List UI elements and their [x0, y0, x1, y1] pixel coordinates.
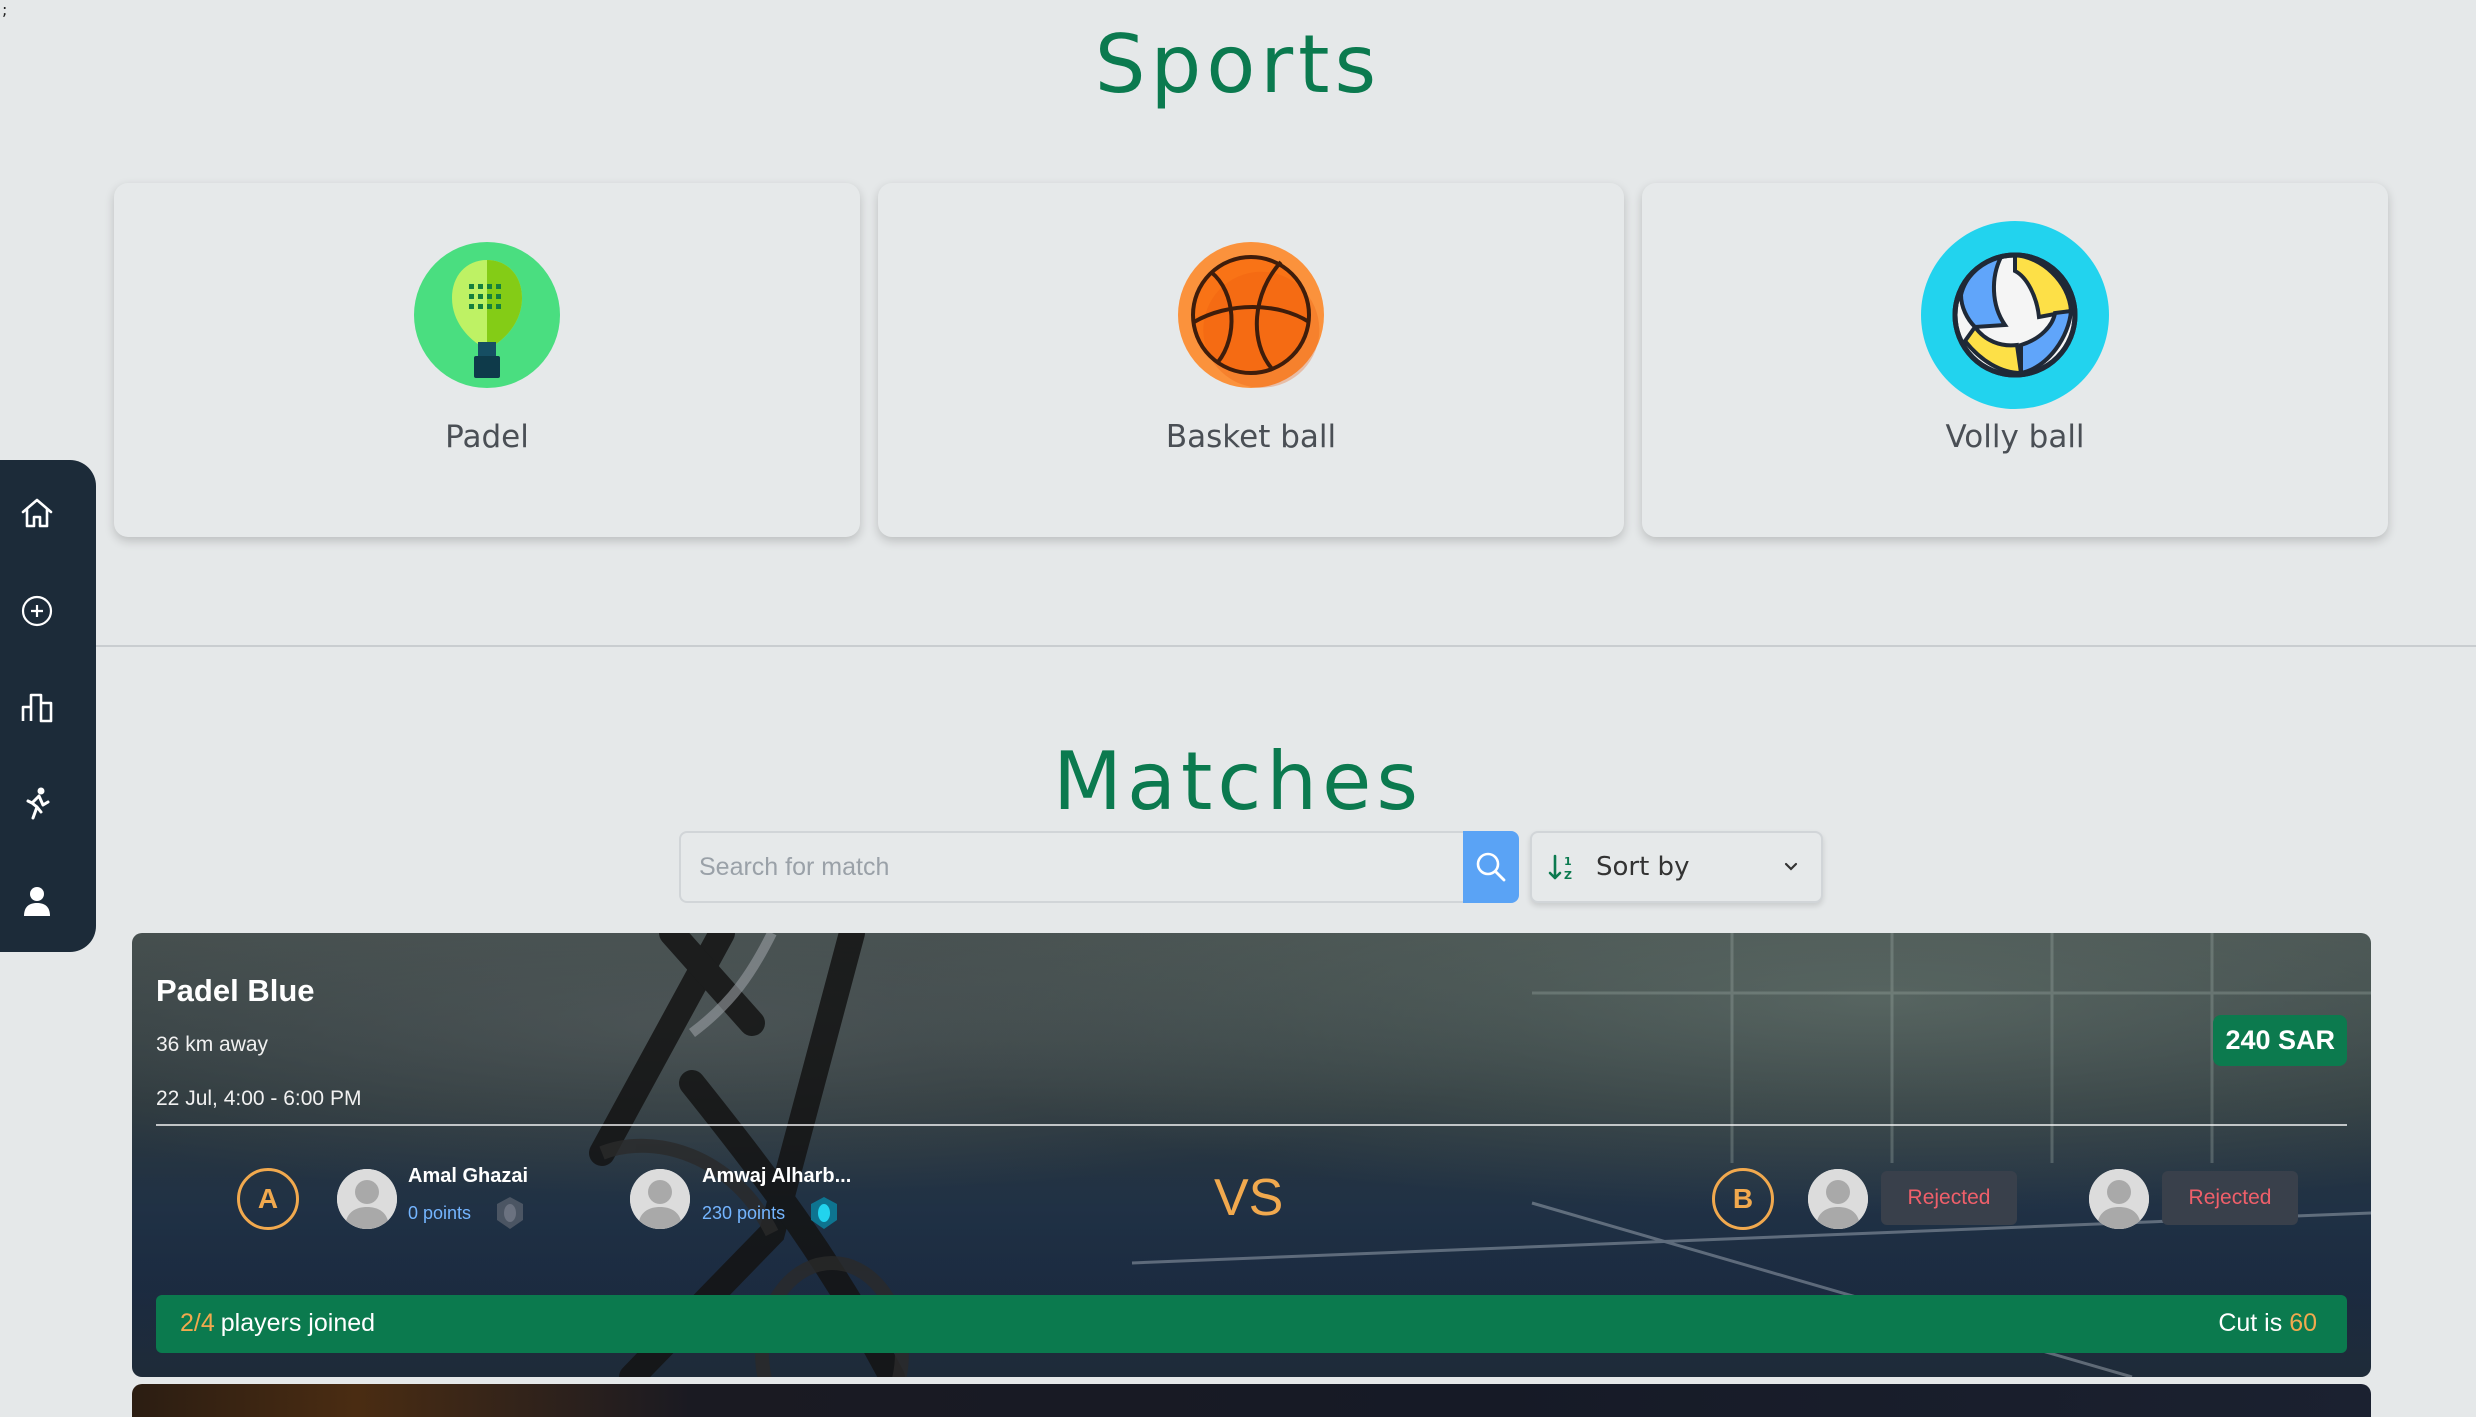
section-divider [0, 645, 2476, 647]
default-avatar-icon [2089, 1169, 2149, 1229]
user-icon [24, 887, 50, 916]
sidebar-item-add[interactable] [16, 590, 58, 632]
sport-card-basketball[interactable]: Basket ball [878, 183, 1624, 537]
team-a-badge: A [237, 1168, 299, 1230]
default-avatar-icon [337, 1169, 397, 1229]
cut-value: 60 [2289, 1309, 2317, 1337]
match-divider [156, 1124, 2347, 1126]
matches-title: Matches [1053, 735, 1423, 828]
sport-name: Padel [445, 419, 529, 455]
joined-label: players joined [220, 1309, 376, 1337]
player-points: 0 points [408, 1203, 472, 1223]
match-price-badge: 240 SAR [2213, 1015, 2347, 1066]
match-card[interactable]: Padel Blue 36 km away 22 Jul, 4:00 - 6:0… [132, 933, 2371, 1377]
sort-select[interactable]: 1 Z Sort by [1530, 831, 1823, 903]
avatar[interactable] [337, 1169, 397, 1229]
basketball-icon [1178, 242, 1324, 388]
search-input[interactable] [681, 833, 1464, 901]
default-avatar-icon [1808, 1169, 1868, 1229]
sidebar-item-profile[interactable] [16, 880, 58, 922]
match-title: Padel Blue [156, 973, 315, 1008]
cut-info: Cut is 60 [2218, 1309, 2317, 1338]
rejected-status: Rejected [1881, 1171, 2017, 1225]
vs-label: VS [1214, 1169, 1284, 1227]
sort-label: Sort by [1596, 852, 1690, 882]
match-time: 22 Jul, 4:00 - 6:00 PM [156, 1087, 362, 1110]
sport-card-volleyball[interactable]: Volly ball [1642, 183, 2388, 537]
players-joined: 2/4 players joined [180, 1309, 375, 1338]
player-name: Amal Ghazai [408, 1165, 529, 1187]
search-field [679, 831, 1464, 903]
search-button[interactable] [1463, 831, 1519, 903]
svg-text:1: 1 [1564, 855, 1572, 868]
match-distance: 36 km away [156, 1033, 269, 1056]
avatar[interactable] [1808, 1169, 1868, 1229]
rank-medal-icon [811, 1197, 837, 1229]
rank-medal-icon [497, 1197, 523, 1229]
player-name: Amwaj Alharb... [702, 1165, 852, 1187]
avatar[interactable] [2089, 1169, 2149, 1229]
rejected-status: Rejected [2162, 1171, 2298, 1225]
search-icon [1476, 852, 1506, 882]
padel-racket-icon [414, 242, 560, 388]
player-points: 230 points [702, 1203, 786, 1223]
sport-name: Volly ball [1945, 419, 2085, 455]
sports-title: Sports [1094, 18, 1382, 111]
plus-circle-icon [21, 595, 53, 627]
chevron-down-icon [1784, 862, 1798, 871]
volleyball-icon [1921, 221, 2109, 409]
match-footer: 2/4 players joined Cut is 60 [156, 1295, 2347, 1353]
team-b-badge: B [1712, 1168, 1774, 1230]
avatar[interactable] [630, 1169, 690, 1229]
home-icon [21, 498, 53, 528]
sidebar [0, 460, 96, 952]
sidebar-item-stats[interactable] [16, 686, 58, 728]
bar-chart-icon [21, 693, 53, 723]
cut-label: Cut is [2218, 1309, 2283, 1337]
svg-text:Z: Z [1564, 869, 1572, 882]
sport-name: Basket ball [1165, 419, 1337, 455]
sport-card-padel[interactable]: Padel [114, 183, 860, 537]
stray-text: ; [2, 0, 8, 19]
default-avatar-icon [630, 1169, 690, 1229]
sidebar-item-home[interactable] [16, 492, 58, 534]
sort-icon: 1 Z [1548, 854, 1572, 882]
joined-count: 2/4 [180, 1309, 215, 1337]
match-card[interactable] [132, 1384, 2371, 1417]
